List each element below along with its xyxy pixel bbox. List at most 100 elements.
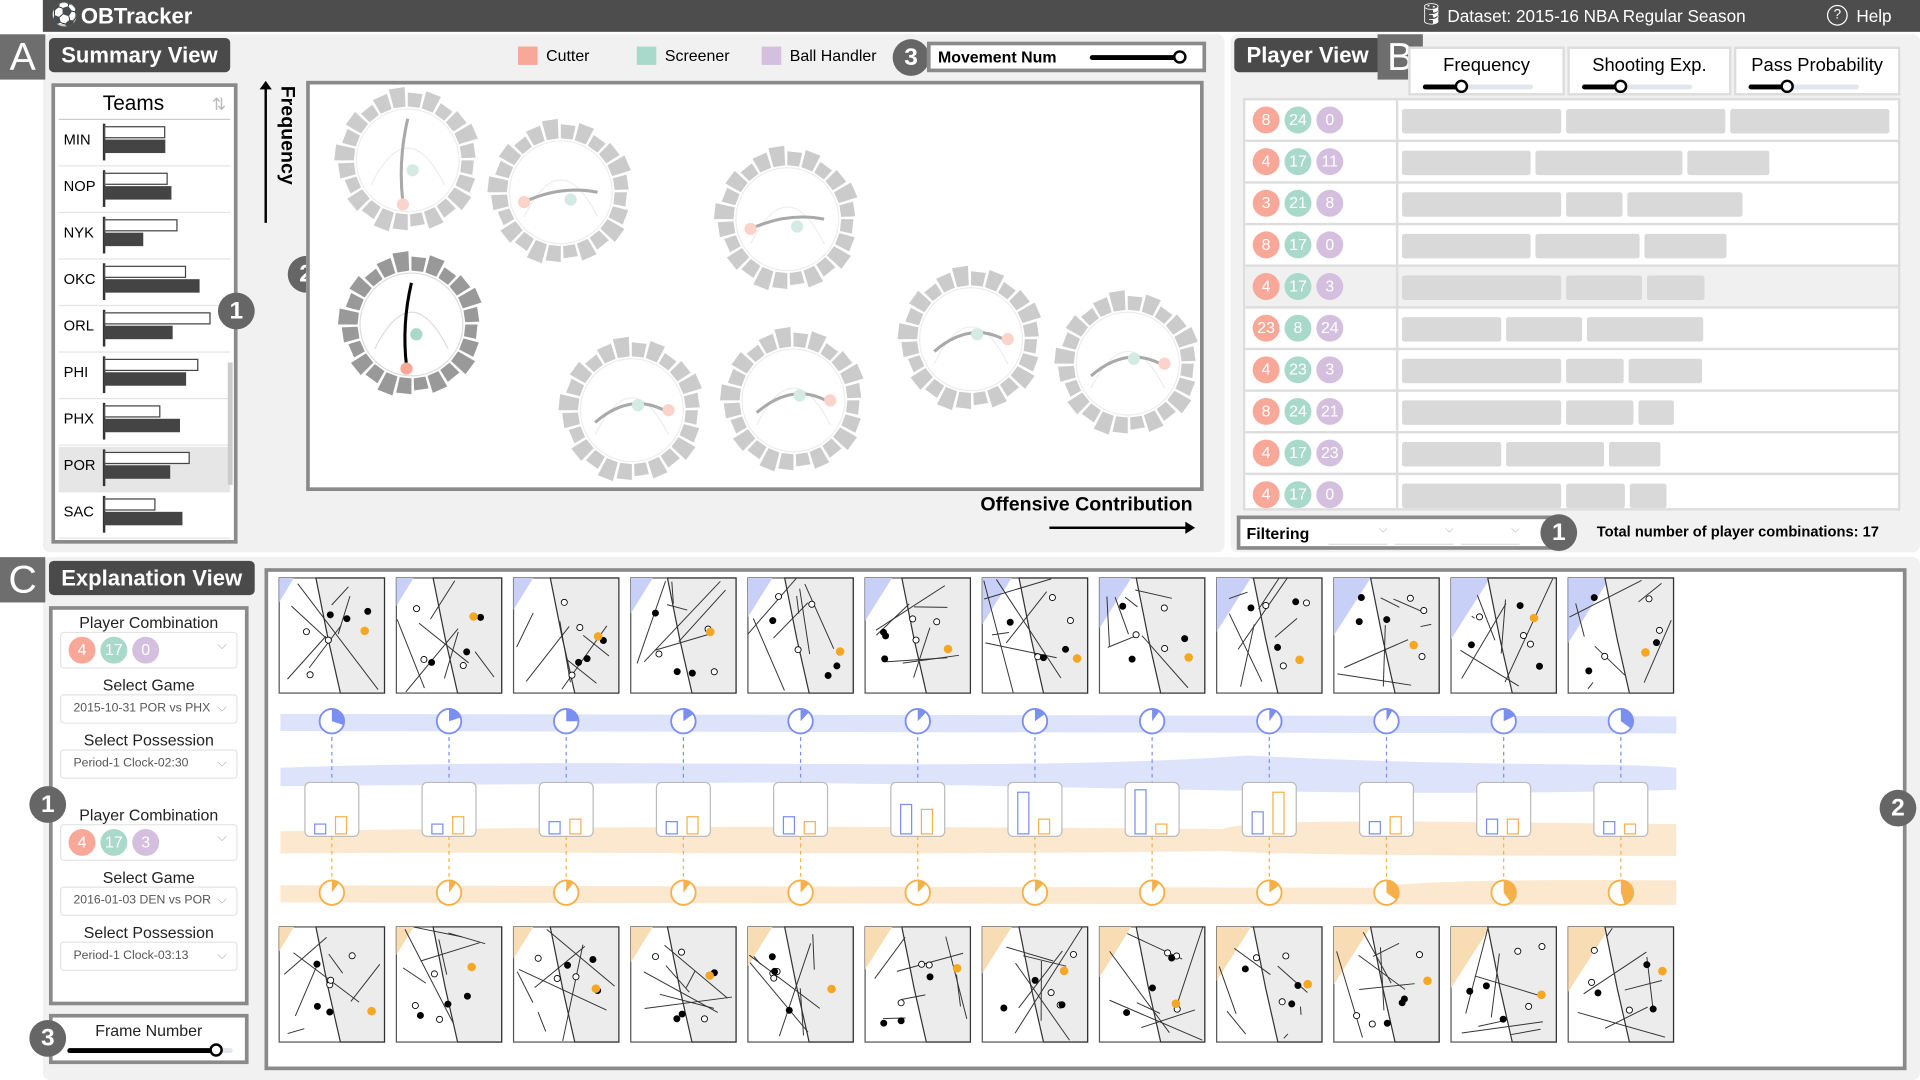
sort-icon[interactable]: ⇅ bbox=[212, 94, 226, 115]
player-chip: 17 bbox=[100, 828, 128, 856]
team-row[interactable]: OKC bbox=[58, 261, 231, 307]
column-weight-slider[interactable] bbox=[1582, 79, 1693, 94]
court-frame-thumbnail[interactable] bbox=[395, 926, 503, 1043]
movement-glyph[interactable] bbox=[334, 87, 478, 232]
court-frame-thumbnail[interactable] bbox=[981, 577, 1089, 694]
team-row[interactable]: NYK bbox=[58, 214, 231, 260]
court-frame-thumbnail[interactable] bbox=[1216, 577, 1323, 694]
court-frame-thumbnail[interactable] bbox=[512, 926, 620, 1043]
filter-select-1[interactable]: ⌵ bbox=[1328, 523, 1388, 545]
metric-bar bbox=[1402, 108, 1562, 134]
player-row[interactable]: 4 23 3 bbox=[1245, 350, 1898, 392]
metric-bar bbox=[1687, 150, 1770, 176]
court-frame-thumbnail[interactable] bbox=[1567, 926, 1675, 1043]
game-select[interactable]: 2015-10-31 POR vs PHX ⌵ bbox=[60, 694, 238, 724]
court-frame-thumbnail[interactable] bbox=[1098, 926, 1206, 1043]
frame-slider[interactable] bbox=[67, 1043, 233, 1057]
player-row[interactable]: 8 24 0 bbox=[1245, 100, 1898, 143]
player-row[interactable]: 8 17 0 bbox=[1245, 225, 1898, 267]
court-frame-thumbnail[interactable] bbox=[747, 926, 854, 1043]
possession-select[interactable]: Period-1 Clock-02:30 ⌵ bbox=[60, 749, 238, 779]
column-label: Shooting Exp. bbox=[1592, 55, 1707, 76]
movement-glyph[interactable] bbox=[713, 145, 858, 291]
movement-glyph[interactable] bbox=[558, 336, 702, 482]
blue-bar bbox=[1603, 821, 1616, 835]
court-frame-thumbnail[interactable] bbox=[630, 926, 737, 1043]
player-row[interactable]: 3 21 8 bbox=[1245, 183, 1898, 226]
column-header[interactable]: Frequency bbox=[1408, 46, 1565, 96]
blue-bar bbox=[548, 821, 561, 835]
court-frame-thumbnail[interactable] bbox=[278, 926, 386, 1043]
column-header[interactable]: Shooting Exp. bbox=[1567, 46, 1732, 96]
filter-select-3[interactable]: ⌵ bbox=[1460, 523, 1520, 545]
movement-glyph[interactable] bbox=[1054, 290, 1198, 435]
player-chip: 23 bbox=[1316, 439, 1344, 467]
player-chip: 24 bbox=[1284, 397, 1312, 425]
orange-bar bbox=[1623, 823, 1637, 835]
help-link[interactable]: Help bbox=[1856, 6, 1891, 26]
game-select[interactable]: 2016-01-03 DEN vs POR ⌵ bbox=[60, 886, 238, 916]
column-weight-slider[interactable] bbox=[1422, 79, 1534, 94]
team-row[interactable]: NOP bbox=[58, 168, 231, 214]
team-name: PHI bbox=[63, 363, 89, 381]
court-frame-thumbnail[interactable] bbox=[1098, 577, 1206, 694]
combination-select[interactable]: 4 17 0 ⌵ bbox=[60, 631, 238, 669]
team-row[interactable]: PHI bbox=[58, 354, 231, 400]
court-frame-thumbnail[interactable] bbox=[1450, 577, 1557, 694]
team-row[interactable]: SAC bbox=[58, 493, 231, 539]
court-frame-thumbnail[interactable] bbox=[278, 577, 386, 694]
teams-scrollbar[interactable] bbox=[227, 362, 233, 485]
metric-bar bbox=[1402, 442, 1501, 467]
comparison-bar-box bbox=[304, 781, 360, 837]
court-frame-thumbnail[interactable] bbox=[981, 926, 1089, 1043]
movement-glyph[interactable] bbox=[337, 251, 482, 396]
help-icon[interactable]: ? bbox=[1826, 4, 1848, 26]
player-row[interactable]: 4 17 3 bbox=[1245, 266, 1898, 309]
movement-glyph[interactable] bbox=[487, 118, 631, 264]
possession-select[interactable]: Period-1 Clock-03:13 ⌵ bbox=[60, 941, 238, 972]
metric-bar bbox=[1644, 233, 1728, 259]
legend-swatch bbox=[517, 46, 538, 65]
court-frame-thumbnail[interactable] bbox=[1333, 926, 1440, 1043]
court-frame-thumbnail[interactable] bbox=[864, 926, 972, 1043]
team-row[interactable]: PHX bbox=[58, 400, 231, 446]
movement-glyph[interactable] bbox=[897, 265, 1042, 411]
glyph-canvas[interactable] bbox=[306, 80, 1204, 492]
movement-glyph[interactable] bbox=[720, 327, 864, 472]
team-bar-dark bbox=[104, 418, 181, 433]
team-row[interactable]: POR bbox=[58, 446, 231, 493]
combination-select[interactable]: 4 17 3 ⌵ bbox=[60, 824, 238, 861]
filter-select-2[interactable]: ⌵ bbox=[1394, 523, 1454, 545]
orange-bar bbox=[803, 821, 816, 835]
court-frame-thumbnail[interactable] bbox=[864, 577, 972, 694]
movement-slider[interactable] bbox=[1089, 50, 1188, 64]
player-chip: 8 bbox=[1252, 106, 1280, 134]
team-row[interactable]: MIN bbox=[58, 121, 231, 167]
column-weight-slider[interactable] bbox=[1748, 79, 1859, 94]
team-row[interactable]: ORL bbox=[58, 307, 231, 353]
court-frame-thumbnail[interactable] bbox=[630, 577, 737, 694]
app-title: OBTracker bbox=[80, 3, 193, 29]
court-frame-thumbnail[interactable] bbox=[1216, 926, 1323, 1043]
court-frame-thumbnail[interactable] bbox=[1450, 926, 1557, 1043]
court-frame-thumbnail[interactable] bbox=[1567, 577, 1675, 694]
team-name: ORL bbox=[63, 317, 94, 335]
metric-bar bbox=[1730, 108, 1890, 134]
court-frame-thumbnail[interactable] bbox=[1333, 577, 1440, 694]
comparison-bar-box bbox=[1358, 781, 1415, 837]
comparison-bar-box bbox=[773, 781, 829, 837]
orange-bar bbox=[452, 816, 465, 835]
court-frame-thumbnail[interactable] bbox=[395, 577, 503, 694]
court-frame-thumbnail[interactable] bbox=[747, 577, 854, 694]
player-row[interactable]: 8 24 21 bbox=[1245, 391, 1898, 434]
player-row[interactable]: 23 8 24 bbox=[1245, 308, 1898, 351]
column-header[interactable]: Pass Probability bbox=[1733, 46, 1901, 96]
player-row[interactable]: 4 17 23 bbox=[1245, 433, 1898, 476]
frame-control: Frame Number bbox=[48, 1013, 249, 1065]
court-frame-thumbnail[interactable] bbox=[512, 577, 620, 694]
player-row[interactable]: 4 17 0 bbox=[1245, 475, 1898, 509]
legend-swatch bbox=[761, 46, 782, 65]
player-chip: 0 bbox=[1316, 481, 1344, 509]
proportion-pie bbox=[1021, 879, 1049, 906]
player-row[interactable]: 4 17 11 bbox=[1245, 142, 1898, 184]
